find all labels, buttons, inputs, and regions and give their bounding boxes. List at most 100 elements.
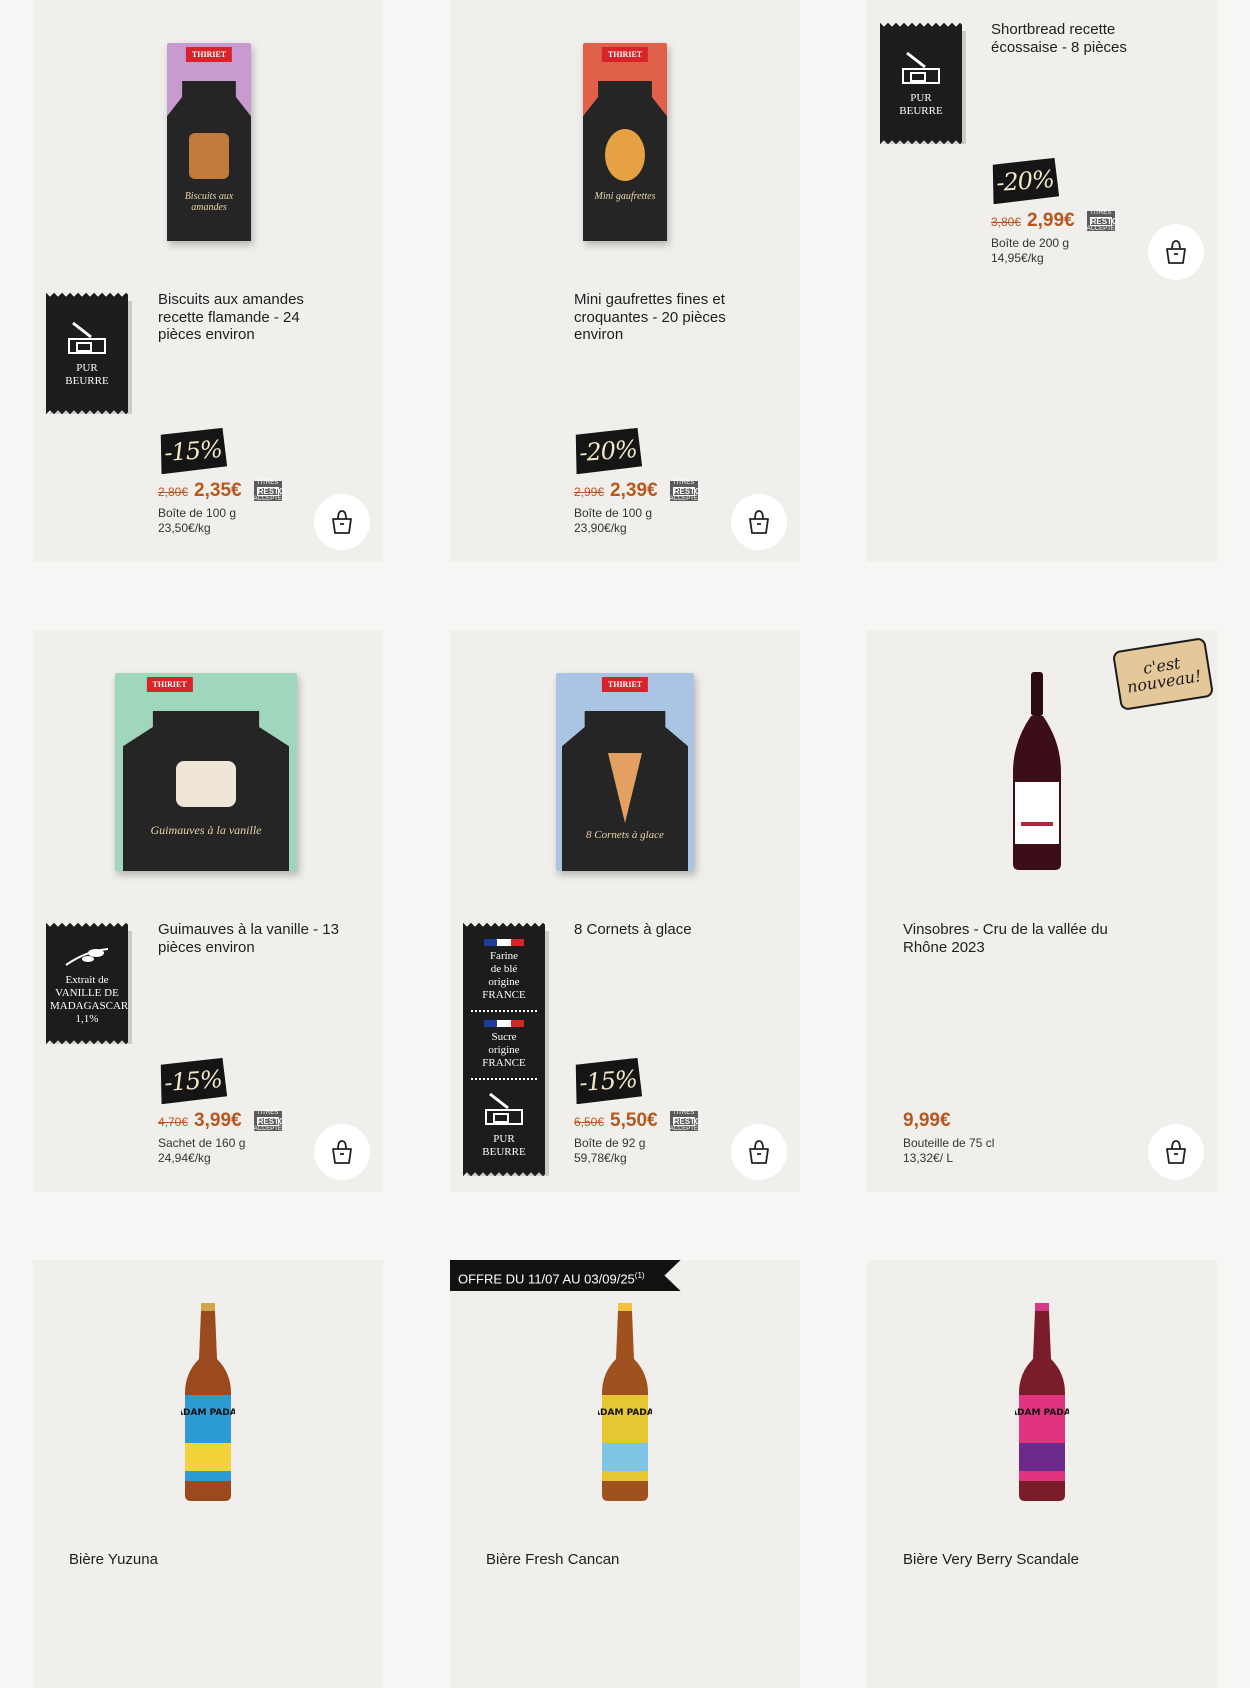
- badge-text: FRANCE: [482, 1057, 526, 1069]
- titres-resto-icon: TITRES RESTO ACCEPTÉS: [1086, 209, 1119, 232]
- unit-price: 23,50€/kg: [158, 521, 211, 535]
- product-card[interactable]: THIRIET Mini gaufrettes Mini gaufrettes …: [450, 0, 800, 562]
- beer-bottle-image[interactable]: PADAM PADAM: [587, 1303, 663, 1503]
- product-title[interactable]: Bière Yuzuna: [69, 1551, 329, 1569]
- vanilla-flower-icon: [65, 948, 109, 966]
- basket-icon: [332, 1140, 352, 1164]
- beer-bottle-image[interactable]: PADAM PADAM: [1004, 1303, 1080, 1503]
- product-card[interactable]: THIRIET Guimauves à la vanille Extrait d…: [33, 630, 383, 1192]
- waffle-graphic: [605, 129, 645, 181]
- product-card[interactable]: c'est nouveau! Vinsobres - Cru de la val…: [867, 630, 1217, 1192]
- product-image[interactable]: THIRIET Guimauves à la vanille: [115, 673, 297, 871]
- france-flag-icon: [484, 939, 524, 946]
- product-card[interactable]: PUR BEURRE Shortbread recette écossaise …: [867, 0, 1217, 562]
- badge-text: Extrait de: [65, 974, 109, 986]
- product-card[interactable]: PADAM PADAM Bière Yuzuna: [33, 1260, 383, 1688]
- product-title[interactable]: Vinsobres - Cru de la vallée du Rhône 20…: [903, 921, 1143, 956]
- pack-label: Biscuits aux amandes: [184, 191, 234, 213]
- butter-cutter-icon: [485, 1092, 523, 1125]
- add-to-basket-button[interactable]: [731, 1124, 787, 1180]
- biscuit-graphic: [189, 133, 229, 179]
- brand-logo: THIRIET: [601, 677, 649, 692]
- discount-badge: -20%: [574, 428, 643, 475]
- discount-badge: -20%: [991, 158, 1060, 205]
- badge-text: Sucre: [491, 1031, 517, 1043]
- beer-bottle: PADAM PADAM: [1004, 1303, 1080, 1501]
- current-price: 2,99€: [1027, 210, 1075, 231]
- product-image[interactable]: THIRIET Biscuits aux amandes: [167, 43, 251, 241]
- add-to-basket-button[interactable]: [314, 494, 370, 550]
- badge-text: PUR: [910, 92, 932, 104]
- badge-text: Farine: [489, 950, 519, 962]
- apron-graphic: Mini gaufrettes: [583, 81, 667, 241]
- titres-resto-icon: TITRES RESTO ACCEPTÉS: [669, 1109, 702, 1132]
- product-card[interactable]: THIRIET 8 Cornets à glace Farine de blé …: [450, 630, 800, 1192]
- package-size: Sachet de 160 g: [158, 1136, 246, 1150]
- pack-label: Guimauves à la vanille: [150, 823, 262, 837]
- product-card[interactable]: PADAM PADAM Bière Very Berry Scandale: [867, 1260, 1217, 1688]
- product-card[interactable]: THIRIET Biscuits aux amandes PUR BEURRE …: [33, 0, 383, 562]
- price-row: 9,99€: [903, 1110, 951, 1132]
- old-price: 2,99€: [574, 485, 605, 499]
- badge-text: 1,1%: [75, 1013, 99, 1025]
- apron-graphic: Guimauves à la vanille: [123, 711, 289, 871]
- pur-beurre-badge: PUR BEURRE: [880, 22, 962, 145]
- marshmallow-graphic: [176, 761, 236, 807]
- cone-graphic: [608, 753, 642, 823]
- price-row: 2,80€ 2,35€ TITRES RESTO ACCEPTÉS: [158, 480, 286, 502]
- product-title[interactable]: Bière Fresh Cancan: [486, 1551, 746, 1569]
- product-title[interactable]: Mini gaufrettes fines et croquantes - 20…: [574, 291, 759, 344]
- product-title[interactable]: Bière Very Berry Scandale: [903, 1551, 1163, 1569]
- add-to-basket-button[interactable]: [314, 1124, 370, 1180]
- badge-text: PUR: [76, 362, 98, 374]
- product-title[interactable]: 8 Cornets à glace: [574, 921, 759, 939]
- unit-price: 14,95€/kg: [991, 251, 1044, 265]
- titres-resto-icon: TITRES RESTO ACCEPTÉS: [253, 1109, 286, 1132]
- package-size: Boîte de 100 g: [574, 506, 653, 520]
- product-title[interactable]: Shortbread recette écossaise - 8 pièces: [991, 21, 1176, 56]
- price-row: 3,80€ 2,99€ TITRES RESTO ACCEPTÉS: [991, 209, 1119, 232]
- badge-text: MADAGASCAR: [50, 1000, 129, 1012]
- nouveau-badge: c'est nouveau!: [1111, 637, 1215, 711]
- add-to-basket-button[interactable]: [731, 494, 787, 550]
- price-row: 2,99€ 2,39€ TITRES RESTO ACCEPTÉS: [574, 480, 702, 502]
- badge-text: origine: [488, 976, 520, 988]
- discount-badge: -15%: [159, 1058, 228, 1105]
- unit-price: 24,94€/kg: [158, 1151, 211, 1165]
- add-to-basket-button[interactable]: [1148, 224, 1204, 280]
- basket-icon: [332, 510, 352, 534]
- discount-badge: -15%: [159, 428, 228, 475]
- unit-price: 59,78€/kg: [574, 1151, 627, 1165]
- origine-badge: Farine de blé origine FRANCE Sucre origi…: [463, 922, 545, 1177]
- beer-label: PADAM PADAM: [1015, 1408, 1069, 1418]
- product-title[interactable]: Guimauves à la vanille - 13 pièces envir…: [158, 921, 343, 956]
- package-size: Boîte de 92 g: [574, 1136, 646, 1150]
- unit-price: 23,90€/kg: [574, 521, 627, 535]
- add-to-basket-button[interactable]: [1148, 1124, 1204, 1180]
- product-image[interactable]: THIRIET Mini gaufrettes: [583, 43, 667, 241]
- vanille-badge: Extrait de VANILLE DE MADAGASCAR 1,1%: [46, 922, 129, 1045]
- basket-icon: [1166, 240, 1186, 264]
- old-price: 2,80€: [158, 485, 189, 499]
- product-title[interactable]: Biscuits aux amandes recette flamande - …: [158, 291, 343, 344]
- wine-bottle-image[interactable]: [1007, 672, 1067, 872]
- product-card[interactable]: OFFRE DU 11/07 AU 03/09/25(1) PADAM PADA…: [450, 1260, 800, 1688]
- price-row: 4,70€ 3,99€ TITRES RESTO ACCEPTÉS: [158, 1109, 286, 1132]
- divider: [471, 1078, 537, 1080]
- apron-graphic: 8 Cornets à glace: [562, 711, 688, 871]
- brand-logo: THIRIET: [185, 47, 233, 62]
- price-row: 6,50€ 5,50€ TITRES RESTO ACCEPTÉS: [574, 1109, 702, 1132]
- pack-label: 8 Cornets à glace: [586, 829, 664, 841]
- discount-badge: -15%: [574, 1058, 643, 1105]
- product-image[interactable]: THIRIET 8 Cornets à glace: [556, 673, 694, 871]
- brand-logo: THIRIET: [601, 47, 649, 62]
- basket-icon: [1166, 1140, 1186, 1164]
- beer-bottle-image[interactable]: PADAM PADAM: [170, 1303, 246, 1503]
- old-price: 6,50€: [574, 1115, 605, 1129]
- current-price: 3,99€: [194, 1110, 242, 1131]
- beer-bottle: PADAM PADAM: [170, 1303, 246, 1501]
- badge-text: FRANCE: [482, 989, 526, 1001]
- apron-graphic: Biscuits aux amandes: [167, 81, 251, 241]
- old-price: 4,70€: [158, 1115, 189, 1129]
- basket-icon: [749, 510, 769, 534]
